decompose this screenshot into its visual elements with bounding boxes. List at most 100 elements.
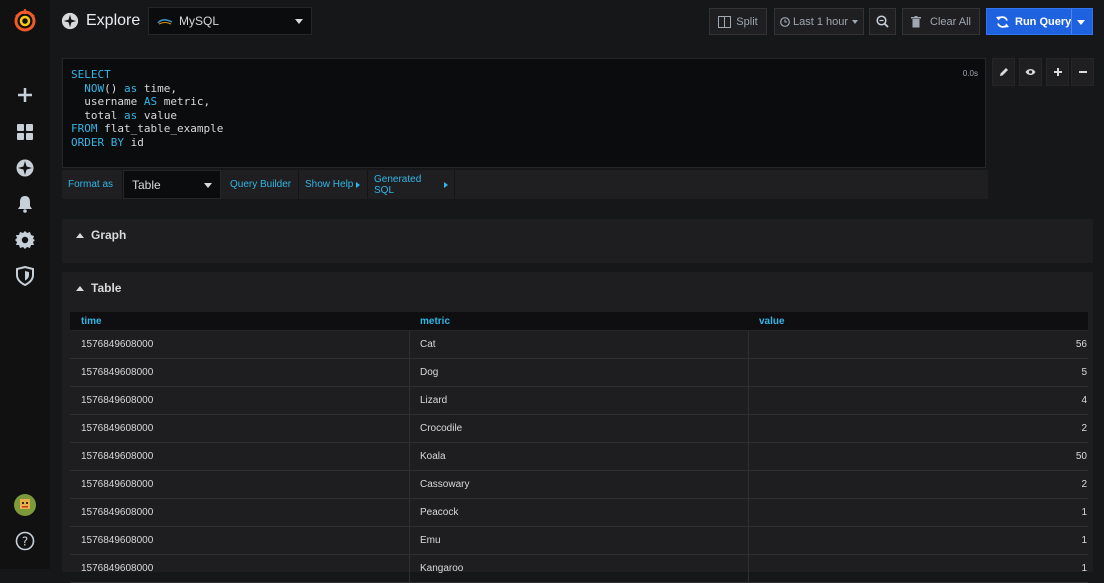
explore-icon[interactable] <box>13 156 37 180</box>
column-divider <box>409 331 410 359</box>
explore-title-icon <box>61 12 79 30</box>
trash-icon <box>911 15 922 27</box>
split-button[interactable]: Split <box>709 8 767 35</box>
chevron-up-icon <box>76 285 84 291</box>
column-divider <box>409 359 410 387</box>
graph-panel-toggle[interactable]: Graph <box>76 228 126 242</box>
shield-icon[interactable] <box>13 264 37 288</box>
split-icon <box>718 15 732 28</box>
column-divider <box>748 387 749 415</box>
edit-query-button[interactable] <box>992 58 1015 86</box>
chevron-down-icon[interactable] <box>1077 20 1085 25</box>
add-query-button[interactable] <box>1046 58 1069 86</box>
column-header-metric[interactable]: metric <box>420 316 450 327</box>
table-body: 1576849608000 Cat 56 1576849608000 Dog 5 15768… <box>70 331 1088 583</box>
sidebar: ? <box>0 0 50 569</box>
table-panel-toggle[interactable]: Table <box>76 281 121 295</box>
gear-icon[interactable] <box>13 228 37 252</box>
chevron-down-icon <box>204 183 212 188</box>
column-divider <box>748 359 749 387</box>
cell-value: 56 <box>1075 339 1087 350</box>
sql-line: ORDER BY id <box>71 135 144 149</box>
cell-time: 1576849608000 <box>81 395 154 406</box>
run-query-divider <box>1071 9 1072 34</box>
time-range-label: Last 1 hour <box>792 15 849 28</box>
sql-line: SELECT <box>71 68 111 81</box>
generated-sql-label: Generated SQL <box>374 173 422 196</box>
column-divider <box>748 527 749 555</box>
clear-all-button[interactable]: Clear All <box>902 8 980 35</box>
refresh-icon <box>996 15 1009 28</box>
cell-time: 1576849608000 <box>81 479 154 490</box>
cell-metric: Peacock <box>420 507 459 518</box>
datasource-name: MySQL <box>179 14 220 28</box>
table-row: 1576849608000 Crocodile 2 <box>70 415 1088 443</box>
dashboards-icon[interactable] <box>13 120 37 144</box>
query-options-row: Format as Table Query Builder Show Help … <box>62 170 988 199</box>
cell-time: 1576849608000 <box>81 423 154 434</box>
table-row: 1576849608000 Koala 50 <box>70 443 1088 471</box>
table-row: 1576849608000 Dog 5 <box>70 359 1088 387</box>
cell-time: 1576849608000 <box>81 339 154 350</box>
column-divider <box>409 527 410 555</box>
chevron-right-icon <box>356 181 361 188</box>
column-divider <box>409 499 410 527</box>
show-help-button[interactable]: Show Help <box>299 170 368 199</box>
chevron-down-icon <box>852 19 859 24</box>
cell-value: 2 <box>1081 479 1087 490</box>
column-divider <box>748 443 749 471</box>
cell-value: 2 <box>1081 423 1087 434</box>
grafana-logo-icon[interactable] <box>13 9 37 33</box>
cell-value: 1 <box>1081 535 1087 546</box>
generated-sql-button[interactable]: Generated SQL <box>368 170 455 199</box>
sql-code[interactable]: SELECT NOW() as time, username AS metric… <box>71 68 223 149</box>
cell-metric: Koala <box>420 451 446 462</box>
mysql-logo-icon <box>157 19 173 25</box>
column-header-time[interactable]: time <box>81 316 102 327</box>
chevron-down-icon <box>295 19 303 24</box>
toggle-visibility-button[interactable] <box>1019 58 1042 86</box>
column-header-value[interactable]: value <box>759 316 785 327</box>
query-timing: 0.0s <box>962 69 978 78</box>
cell-metric: Lizard <box>420 395 448 406</box>
eye-icon <box>1025 69 1036 75</box>
zoom-out-button[interactable] <box>869 8 896 35</box>
cell-metric: Emu <box>420 535 441 546</box>
format-as-label: Format as <box>62 170 123 199</box>
column-divider <box>748 555 749 583</box>
datasource-picker[interactable]: MySQL <box>148 7 312 35</box>
format-as-select[interactable]: Table <box>123 170 221 199</box>
query-builder-button[interactable]: Query Builder <box>224 170 299 199</box>
plus-icon <box>1053 68 1062 76</box>
clock-icon <box>780 16 790 27</box>
graph-panel: Graph <box>62 219 1093 263</box>
plus-icon[interactable] <box>13 83 37 107</box>
run-query-button[interactable]: Run Query <box>986 8 1093 35</box>
table-panel-title: Table <box>91 281 122 295</box>
time-range-picker[interactable]: Last 1 hour <box>774 8 864 35</box>
graph-panel-title: Graph <box>91 228 127 242</box>
column-divider <box>748 499 749 527</box>
column-divider <box>409 555 410 583</box>
user-avatar-icon[interactable] <box>13 493 37 517</box>
column-divider <box>748 415 749 443</box>
cell-value: 50 <box>1075 451 1087 462</box>
minus-icon <box>1078 71 1087 73</box>
column-divider <box>409 415 410 443</box>
sql-line: total as value <box>71 108 177 122</box>
column-divider <box>409 387 410 415</box>
cell-time: 1576849608000 <box>81 451 154 462</box>
cell-metric: Crocodile <box>420 423 463 434</box>
cell-value: 1 <box>1081 507 1087 518</box>
column-divider <box>748 331 749 359</box>
chevron-up-icon <box>76 232 84 238</box>
table-row: 1576849608000 Cat 56 <box>70 331 1088 359</box>
column-divider <box>409 443 410 471</box>
bell-icon[interactable] <box>13 192 37 216</box>
column-divider <box>409 471 410 499</box>
query-editor[interactable]: SELECT NOW() as time, username AS metric… <box>62 58 986 168</box>
remove-query-button[interactable] <box>1071 58 1094 86</box>
svg-text:?: ? <box>22 535 28 549</box>
help-icon[interactable]: ? <box>13 529 37 553</box>
clear-all-label: Clear All <box>930 15 971 28</box>
